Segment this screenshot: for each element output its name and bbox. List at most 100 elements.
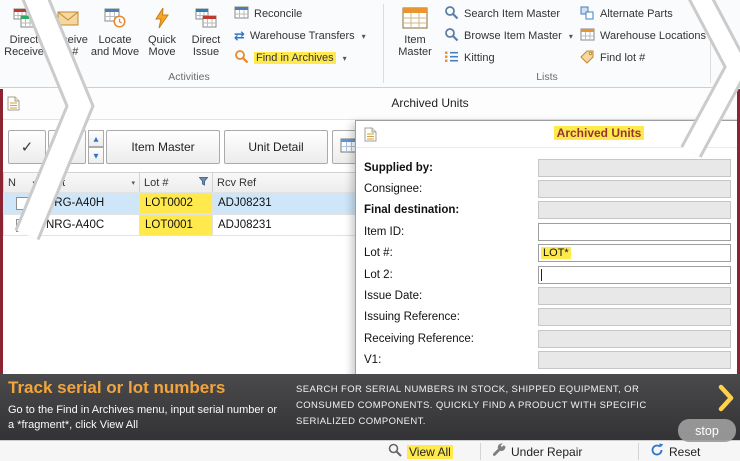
- dialog-titlebar: Archived Units: [356, 121, 737, 148]
- field-final-destination: Final destination:: [364, 200, 731, 221]
- ribbon-group-label-activities: Activities: [168, 71, 210, 83]
- v1-input[interactable]: [538, 351, 731, 370]
- ribbon-button-quick-move[interactable]: Quick Move: [140, 2, 184, 68]
- banner-subtext: Go to the Find in Archives menu, input s…: [8, 404, 278, 432]
- field-issuing-reference: Issuing Reference:: [364, 307, 731, 328]
- tables-receive-icon: [13, 5, 35, 31]
- ribbon-button-warehouse-transfers[interactable]: ⇄ Warehouse Transfers ▾: [230, 25, 370, 47]
- dropdown-caret-icon: ▾: [568, 31, 573, 41]
- sort-caret-icon: ▾: [131, 178, 135, 187]
- rcv-ref-cell: ADJ08231: [212, 214, 374, 236]
- window-edge-left: [0, 89, 3, 374]
- stop-button[interactable]: stop: [678, 419, 736, 442]
- grid-icon: [58, 138, 76, 157]
- check-icon: ✓: [20, 138, 34, 156]
- ribbon-button-browse-item-master[interactable]: Browse Item Master ▾: [440, 25, 577, 47]
- move-down-button[interactable]: ▼: [88, 147, 104, 164]
- ribbon-button-receive-lot[interactable]: Receive lot #: [46, 2, 90, 68]
- lot-2-input[interactable]: [538, 265, 731, 284]
- lot-cell: LOT0001: [139, 214, 213, 236]
- search-icon: [444, 5, 459, 23]
- item-master-tab-button[interactable]: Item Master: [106, 130, 220, 164]
- lot-tag-icon: [580, 50, 595, 67]
- ribbon-button-kitting[interactable]: Kitting: [440, 47, 577, 69]
- row-checkbox[interactable]: [15, 218, 29, 232]
- ribbon-button-direct-issue[interactable]: Direct Issue: [184, 2, 228, 68]
- column-header-lot[interactable]: Lot #: [139, 172, 213, 193]
- archive-search-icon: [234, 49, 249, 67]
- strip-separator: [480, 443, 481, 460]
- next-chevron-icon[interactable]: [717, 383, 735, 418]
- item-id-input[interactable]: [538, 222, 731, 241]
- table-row[interactable]: NRG-A40H LOT0002 ADJ08231: [3, 192, 374, 214]
- dropdown-caret-icon: ▾: [361, 31, 366, 41]
- consignee-input[interactable]: [538, 180, 731, 199]
- move-up-button[interactable]: ▲: [88, 130, 104, 147]
- unit-detail-tab-button[interactable]: Unit Detail: [224, 130, 328, 164]
- receiving-reference-input[interactable]: [538, 329, 731, 348]
- locations-grid-icon: [580, 28, 595, 45]
- lists-small-buttons-2: Alternate Parts Warehouse Locations ▾ Fi…: [576, 3, 721, 69]
- app-window: Direct Receive Receive lot # Locate and …: [0, 0, 740, 461]
- under-repair-button[interactable]: Under Repair: [492, 442, 582, 461]
- grid-view-button[interactable]: [48, 130, 86, 164]
- ribbon-button-alternate-parts[interactable]: Alternate Parts: [576, 3, 721, 25]
- field-issue-date: Issue Date:: [364, 285, 731, 306]
- final-destination-input[interactable]: [538, 201, 731, 220]
- ribbon-button-item-master[interactable]: Item Master: [392, 2, 438, 68]
- ribbon-button-reconcile[interactable]: Reconcile: [230, 3, 370, 25]
- field-supplied-by: Supplied by:: [364, 157, 731, 178]
- field-lot-number: Lot #: LOT*: [364, 243, 731, 264]
- ribbon-button-direct-receive[interactable]: Direct Receive: [2, 2, 46, 68]
- column-header-part[interactable]: Part ▾: [40, 172, 140, 193]
- field-lot-2: Lot 2:: [364, 264, 731, 285]
- lot-number-input[interactable]: LOT*: [538, 244, 731, 263]
- window-titlebar: Archived Units: [0, 88, 740, 120]
- transfer-arrows-icon: ⇄: [234, 28, 245, 44]
- ribbon-group-label-lists: Lists: [536, 71, 558, 83]
- table-orange-icon: [402, 5, 428, 31]
- table-header: N ▾ Part ▾ Lot # Rcv Ref: [3, 172, 374, 193]
- document-icon: [7, 96, 20, 116]
- field-item-id: Item ID:: [364, 221, 731, 242]
- ribbon-button-find-in-archives[interactable]: Find in Archives ▾: [230, 47, 370, 69]
- field-consignee: Consignee:: [364, 178, 731, 199]
- row-move-spinner: ▲ ▼: [88, 130, 104, 164]
- ribbon-group-separator: [383, 4, 384, 83]
- ribbon-button-warehouse-locations[interactable]: Warehouse Locations ▾: [576, 25, 721, 47]
- list-icon: [444, 50, 459, 66]
- banner-caption: SEARCH FOR SERIAL NUMBERS IN STOCK, SHIP…: [296, 384, 647, 428]
- ribbon-button-locate-and-move[interactable]: Locate and Move: [90, 2, 140, 68]
- ribbon-button-search-item-master[interactable]: Search Item Master: [440, 3, 577, 25]
- lists-small-buttons-1: Search Item Master Browse Item Master ▾ …: [440, 3, 577, 69]
- reset-button[interactable]: Reset: [650, 442, 700, 461]
- supplied-by-input[interactable]: [538, 158, 731, 177]
- envelope-icon: [57, 5, 79, 31]
- issue-date-input[interactable]: [538, 287, 731, 306]
- column-header-rcv-ref[interactable]: Rcv Ref: [212, 172, 374, 193]
- part-cell: NRG-A40H: [40, 192, 140, 214]
- alternate-parts-icon: [580, 6, 595, 23]
- part-cell: NRG-A40C: [40, 214, 140, 236]
- refresh-icon: [650, 443, 664, 460]
- table-row[interactable]: NRG-A40C LOT0001 ADJ08231: [3, 214, 374, 236]
- row-checkbox[interactable]: [15, 196, 29, 210]
- confirm-button[interactable]: ✓: [8, 130, 46, 164]
- sort-caret-icon: ▾: [32, 178, 36, 187]
- issuing-reference-input[interactable]: [538, 308, 731, 327]
- ribbon-button-find-lot[interactable]: Find lot #: [576, 47, 721, 69]
- column-header-n[interactable]: N ▾: [3, 172, 41, 193]
- view-all-search-icon: [388, 443, 402, 460]
- activities-small-buttons: Reconcile ⇄ Warehouse Transfers ▾ Find i…: [230, 3, 370, 69]
- filter-funnel-icon: [198, 177, 209, 188]
- tutorial-banner: Track serial or lot numbers Go to the Fi…: [0, 374, 740, 440]
- field-v1: V1:: [364, 350, 731, 371]
- dialog-fields: Supplied by: Consignee: Final destinatio…: [364, 157, 731, 371]
- view-all-button[interactable]: View All: [388, 442, 453, 461]
- text-cursor: [541, 268, 542, 281]
- banner-headline: Track serial or lot numbers: [8, 378, 226, 397]
- dropdown-caret-icon: ▾: [713, 31, 718, 41]
- rcv-ref-cell: ADJ08231: [212, 192, 374, 214]
- clock-table-icon: [104, 5, 126, 31]
- dialog-button-strip: View All Under Repair Reset: [0, 440, 740, 461]
